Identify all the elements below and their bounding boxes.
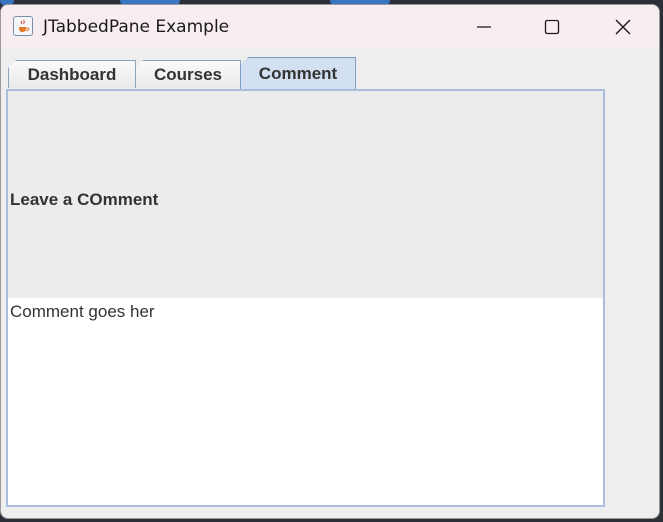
title-bar[interactable]: JTabbedPane Example — [1, 5, 659, 49]
close-icon — [615, 19, 631, 35]
comment-header-panel: Leave a COmment — [8, 91, 603, 298]
comment-heading: Leave a COmment — [10, 190, 159, 209]
tab-content-panel: Leave a COmment Comment goes her — [6, 89, 605, 507]
tab-comment[interactable]: Comment — [240, 57, 356, 89]
minimize-icon — [477, 26, 491, 28]
maximize-icon — [544, 19, 560, 35]
comment-text-area[interactable]: Comment goes her — [8, 298, 603, 505]
maximize-button[interactable] — [518, 5, 586, 49]
tab-courses[interactable]: Courses — [135, 60, 241, 88]
tab-comment-label: Comment — [258, 63, 338, 83]
tab-dashboard-label: Dashboard — [27, 64, 117, 84]
close-button[interactable] — [589, 5, 657, 49]
minimize-button[interactable] — [450, 5, 518, 49]
tab-dashboard[interactable]: Dashboard — [8, 60, 136, 88]
app-window: JTabbedPane Example Dashboard Courses Co… — [0, 4, 660, 519]
java-coffee-icon — [13, 16, 33, 36]
tab-courses-label: Courses — [153, 64, 223, 84]
window-title: JTabbedPane Example — [43, 17, 230, 37]
